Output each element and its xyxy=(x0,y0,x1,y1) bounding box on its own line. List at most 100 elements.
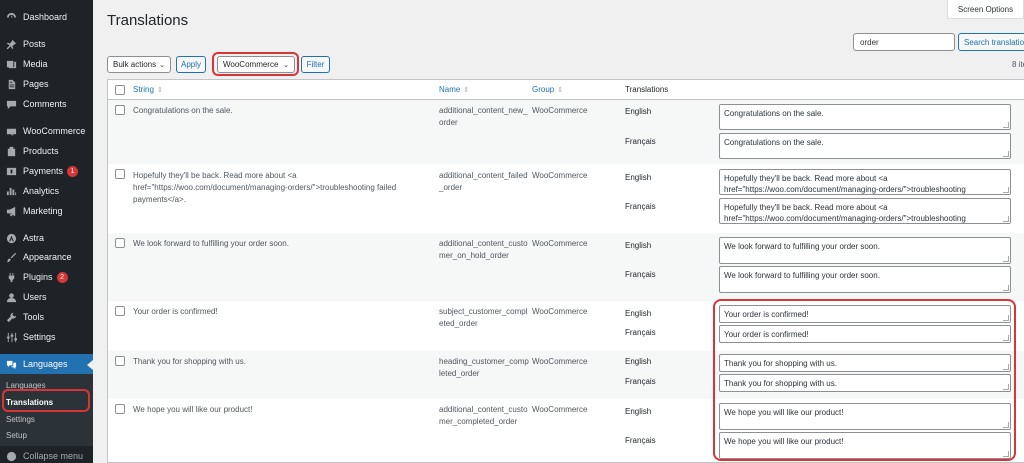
sidebar-item-label: Pages xyxy=(23,79,49,89)
collapse-menu-button[interactable]: Collapse menu xyxy=(0,449,93,463)
source-string: Congratulations on the sale. xyxy=(133,106,233,115)
items-count: 8 items xyxy=(1012,60,1024,69)
sidebar-item-label: Posts xyxy=(23,39,46,49)
sidebar-item-payments[interactable]: Payments 1 xyxy=(0,161,93,181)
bulk-actions-select[interactable]: Bulk actions ⌄ xyxy=(107,56,171,73)
translation-field[interactable]: Congratulations on the sale. xyxy=(719,104,1011,130)
row-checkbox[interactable] xyxy=(115,356,125,366)
megaphone-icon xyxy=(5,205,17,217)
translation-field[interactable]: Hopefully they'll be back. Read more abo… xyxy=(719,198,1011,224)
sidebar-item-plugins[interactable]: Plugins 2 xyxy=(0,267,93,287)
sidebar-item-label: Dashboard xyxy=(23,12,68,22)
sidebar-item-posts[interactable]: Posts xyxy=(0,34,93,54)
sidebar-item-marketing[interactable]: Marketing xyxy=(0,201,93,221)
sidebar-item-tools[interactable]: Tools xyxy=(0,307,93,327)
update-count-badge: 1 xyxy=(67,165,79,177)
sidebar-item-appearance[interactable]: Appearance xyxy=(0,247,93,267)
language-label: English xyxy=(625,309,652,318)
language-label: Français xyxy=(625,202,656,211)
sidebar-item-dashboard[interactable]: Dashboard xyxy=(0,7,93,27)
string-name: additional_content_customer_on_hold_orde… xyxy=(439,239,528,260)
woo-icon xyxy=(5,125,17,137)
string-name: additional_content_failed_order xyxy=(439,171,528,192)
chevron-down-icon: ⌄ xyxy=(159,61,165,69)
sidebar-item-pages[interactable]: Pages xyxy=(0,74,93,94)
sidebar-item-label: Tools xyxy=(23,312,45,322)
page-title: Translations xyxy=(107,12,189,29)
string-group: WooCommerce xyxy=(532,239,588,248)
settings-icon xyxy=(5,331,17,343)
brush-icon xyxy=(5,251,17,263)
string-group: WooCommerce xyxy=(532,106,588,115)
sort-icon: ⇕ xyxy=(557,87,564,94)
translation-field[interactable]: We look forward to fulfilling your order… xyxy=(719,266,1011,293)
sidebar-item-astra[interactable]: Astra xyxy=(0,228,93,248)
source-string: Thank you for shopping with us. xyxy=(133,357,246,366)
collapse-icon xyxy=(5,450,17,462)
sidebar-item-label: Products xyxy=(23,146,59,156)
sidebar-item-woocommerce[interactable]: WooCommerce xyxy=(0,121,93,141)
translation-field[interactable]: Hopefully they'll be back. Read more abo… xyxy=(719,169,1011,195)
sidebar-item-label: Astra xyxy=(23,233,45,243)
sidebar-item-label: Media xyxy=(23,59,48,69)
collapse-menu-label: Collapse menu xyxy=(23,451,84,461)
search-input[interactable] xyxy=(853,33,955,51)
column-header-string[interactable]: String ⇕ xyxy=(133,85,163,94)
row-checkbox[interactable] xyxy=(115,306,125,316)
payments-icon xyxy=(5,165,17,177)
table-header: String ⇕ Name ⇕ Group ⇕ Translations xyxy=(108,80,1024,100)
admin-sidebar: Dashboard Posts Media Pages Comments Woo… xyxy=(0,0,93,463)
string-name: subject_customer_completed_order xyxy=(439,307,528,328)
comment-icon xyxy=(5,98,17,110)
column-header-group[interactable]: Group ⇕ xyxy=(532,85,563,94)
submenu-item-setup[interactable]: Setup xyxy=(6,431,27,440)
sidebar-item-comments[interactable]: Comments xyxy=(0,94,93,114)
bulk-actions-label: Bulk actions xyxy=(113,60,157,69)
translation-field[interactable]: We look forward to fulfilling your order… xyxy=(719,237,1011,264)
plugin-icon xyxy=(5,271,17,283)
sidebar-item-label: Analytics xyxy=(23,186,60,196)
string-group: WooCommerce xyxy=(532,357,588,366)
update-count-badge: 2 xyxy=(56,271,68,283)
search-translations-button[interactable]: Search translations xyxy=(958,33,1024,51)
row-checkbox[interactable] xyxy=(115,169,125,179)
translation-field[interactable]: Congratulations on the sale. xyxy=(719,133,1011,159)
sort-icon: ⇕ xyxy=(156,87,163,94)
pin-icon xyxy=(5,38,17,50)
page-icon xyxy=(5,78,17,90)
sidebar-item-languages[interactable]: Languages xyxy=(0,354,93,374)
sidebar-item-label: Comments xyxy=(23,99,67,109)
language-label: Français xyxy=(625,328,656,337)
submenu-item-settings[interactable]: Settings xyxy=(6,415,35,424)
sidebar-item-users[interactable]: Users xyxy=(0,287,93,307)
sidebar-item-label: Marketing xyxy=(23,206,63,216)
filter-button[interactable]: Filter xyxy=(301,56,330,73)
apply-button[interactable]: Apply xyxy=(176,56,206,73)
table-row: We look forward to fulfilling your order… xyxy=(108,233,1024,301)
sidebar-item-label: Plugins xyxy=(23,272,53,282)
row-checkbox[interactable] xyxy=(115,404,125,414)
sidebar-item-settings[interactable]: Settings xyxy=(0,327,93,347)
row-checkbox[interactable] xyxy=(115,105,125,115)
user-icon xyxy=(5,291,17,303)
source-string: We hope you will like our product! xyxy=(133,405,253,414)
row-checkbox[interactable] xyxy=(115,238,125,248)
sidebar-item-products[interactable]: Products xyxy=(0,141,93,161)
source-string: Hopefully they'll be back. Read more abo… xyxy=(133,171,397,204)
sort-icon: ⇕ xyxy=(463,87,470,94)
column-header-name[interactable]: Name ⇕ xyxy=(439,85,469,94)
sidebar-item-label: Payments xyxy=(23,166,64,176)
sidebar-item-analytics[interactable]: Analytics xyxy=(0,181,93,201)
source-string: Your order is confirmed! xyxy=(133,307,218,316)
language-label: Français xyxy=(625,137,656,146)
sidebar-item-label: Users xyxy=(23,292,47,302)
screen-options-button[interactable]: Screen Options xyxy=(947,0,1024,19)
language-label: English xyxy=(625,241,652,250)
sidebar-item-media[interactable]: Media xyxy=(0,54,93,74)
language-label: English xyxy=(625,407,652,416)
select-all-checkbox[interactable] xyxy=(115,85,125,95)
astra-icon xyxy=(5,232,17,244)
dashboard-icon xyxy=(5,11,17,23)
column-label: Group xyxy=(532,85,555,94)
language-label: English xyxy=(625,107,652,116)
